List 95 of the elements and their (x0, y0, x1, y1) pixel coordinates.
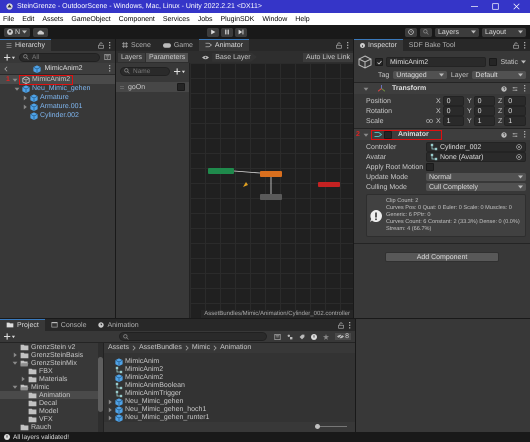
lock-icon (338, 322, 344, 328)
chevron-icon (213, 344, 218, 351)
play-button[interactable] (206, 28, 219, 36)
filter-icon (274, 334, 282, 340)
more-icon (523, 85, 526, 92)
more-icon (346, 42, 349, 48)
enabled-checkbox[interactable] (384, 130, 392, 138)
dropdown-arrow-icon (521, 60, 526, 64)
prefab-cube-icon (33, 64, 42, 72)
drag-handle-icon (120, 86, 124, 88)
search-button[interactable] (420, 28, 432, 36)
chevron-icon (132, 344, 136, 351)
check-icon (376, 60, 382, 64)
eye-off-icon (337, 334, 344, 339)
static-checkbox[interactable] (489, 58, 498, 66)
unity-logo-icon (6, 3, 13, 10)
preset-icon (512, 132, 518, 138)
pause-icon (224, 29, 230, 35)
eye-icon (202, 54, 210, 60)
dropdown-arrow-icon (518, 175, 523, 179)
history-button[interactable] (405, 28, 417, 36)
dropdown-arrow-icon (438, 73, 444, 77)
expanded-arrow-icon (363, 86, 369, 92)
collapsed-arrow-icon (20, 376, 26, 382)
minimize-icon (471, 3, 478, 10)
controller-icon (430, 143, 438, 151)
dropdown-arrow-icon (471, 30, 476, 34)
property-checkbox[interactable] (426, 163, 434, 171)
back-icon (4, 66, 8, 72)
controller-icon (430, 153, 438, 161)
more-icon (348, 322, 351, 328)
info-bubble-icon (370, 210, 382, 222)
open-folder-icon (20, 360, 29, 366)
help-icon (501, 132, 507, 138)
console-icon (50, 322, 58, 328)
state-machine-icon (204, 42, 212, 48)
chevron-icon (184, 344, 189, 351)
list-icon (6, 42, 12, 48)
maximize-icon (492, 3, 499, 10)
step-button[interactable] (234, 28, 247, 36)
more-icon (523, 131, 526, 138)
add-icon (4, 54, 15, 60)
help-icon (501, 86, 507, 92)
dropdown-arrow-icon (518, 73, 523, 77)
search-icon (23, 54, 29, 60)
more-icon (108, 65, 111, 72)
dropdown-arrow-icon (518, 30, 523, 34)
parameter-checkbox[interactable] (177, 83, 185, 91)
lock-icon (513, 42, 519, 48)
open-folder-icon (20, 384, 29, 390)
grid-icon (122, 42, 128, 48)
cloud-icon (36, 30, 46, 34)
search-field[interactable] (119, 332, 267, 341)
more-icon (108, 42, 111, 48)
prefab-cube-icon (115, 358, 123, 366)
transform-axes-icon (378, 85, 385, 92)
type-filter-icon (287, 334, 294, 340)
filter-icon (104, 54, 111, 60)
label-icon (299, 334, 306, 340)
clock-icon (98, 322, 104, 328)
account-icon (7, 29, 13, 35)
gameobject-icon (358, 55, 372, 69)
pause-button[interactable] (220, 28, 233, 36)
expanded-arrow-icon (12, 384, 18, 390)
prefab-cube-icon (115, 374, 123, 382)
search-icon (124, 68, 130, 74)
more-icon (523, 42, 526, 48)
active-checkbox[interactable] (375, 58, 383, 66)
state-machine-icon (374, 131, 382, 138)
lock-icon (98, 42, 104, 48)
history-icon (408, 29, 414, 35)
search-icon (123, 334, 129, 340)
add-icon (174, 68, 185, 74)
lock-icon (336, 42, 342, 48)
expanded-arrow-icon (12, 360, 18, 366)
star-icon (323, 334, 330, 340)
cloud-button[interactable] (33, 28, 48, 36)
link-icon (426, 119, 433, 123)
cube-icon (22, 76, 30, 84)
dropdown-arrow-icon (22, 30, 28, 34)
play-icon (210, 29, 216, 35)
search-icon (423, 29, 429, 35)
collapsed-arrow-icon (12, 352, 18, 358)
step-icon (238, 29, 244, 35)
folder-icon (6, 322, 14, 328)
warning-icon (311, 334, 318, 340)
add-icon (4, 333, 15, 340)
close-icon (513, 3, 520, 10)
slider-thumb[interactable] (314, 424, 320, 430)
dropdown-arrow-icon (518, 185, 523, 189)
preset-icon (512, 86, 518, 92)
expanded-arrow-icon (363, 132, 369, 138)
gamepad-icon (162, 42, 171, 48)
controller-icon (115, 366, 123, 374)
info-icon (360, 42, 365, 48)
